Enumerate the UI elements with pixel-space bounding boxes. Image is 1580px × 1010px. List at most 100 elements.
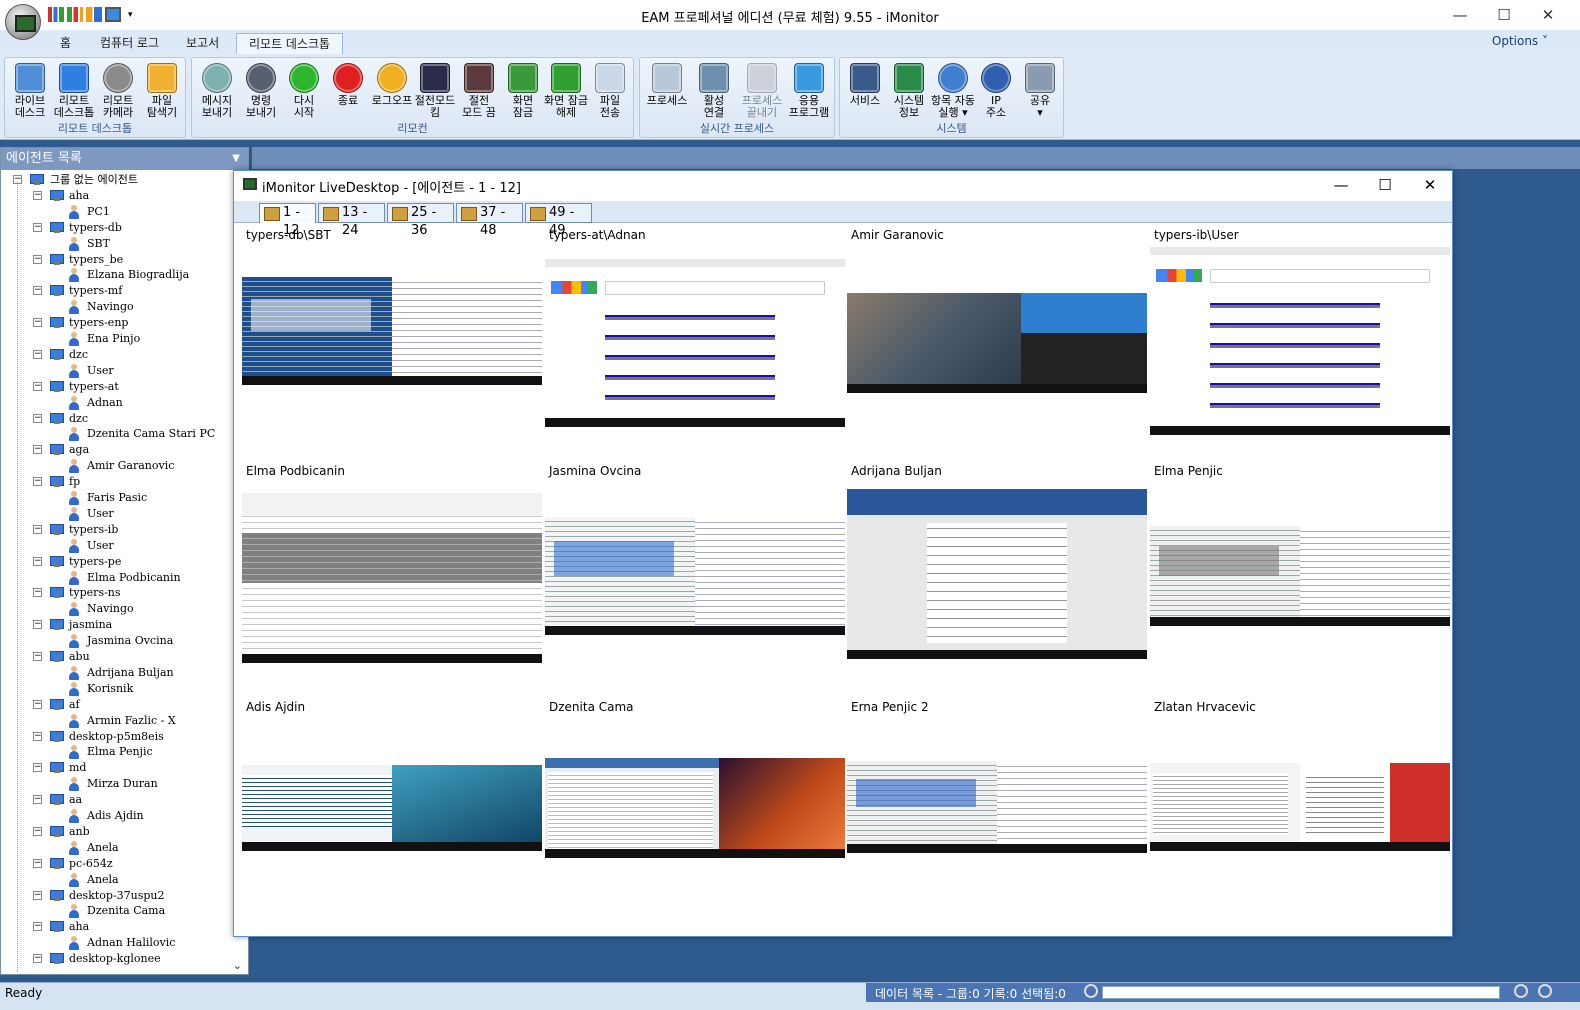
scroll-down-icon[interactable]: ⌄ [233, 959, 242, 972]
page-tab-1[interactable]: 1 - 12 [259, 203, 316, 238]
desktop-tile[interactable]: typers-at\Adnan [541, 224, 845, 460]
sleep-off-button[interactable]: 절전 모드 끔 [457, 61, 501, 123]
ribbon-button-label: 응용 프로그램 [788, 94, 830, 119]
page-tab-4[interactable]: 37 - 48 [456, 203, 523, 238]
maximize-button[interactable]: ☐ [1486, 4, 1522, 26]
ribbon-button-label: 로그오프 [371, 94, 413, 107]
active-connection-button[interactable]: 활성 연결 [692, 61, 736, 123]
search-icon[interactable] [1084, 984, 1098, 998]
collapse-icon[interactable]: − [33, 795, 42, 804]
collapse-icon[interactable]: − [33, 318, 42, 327]
collapse-icon[interactable]: − [33, 891, 42, 900]
desktop-screenshot[interactable] [1150, 247, 1450, 435]
collapse-icon[interactable]: − [33, 191, 42, 200]
process-button[interactable]: 프로세스 [645, 61, 689, 123]
ip-globe-button[interactable]: IP 주소 [974, 61, 1018, 123]
desktop-screenshot[interactable] [847, 761, 1147, 853]
sleep-on-button[interactable]: 절전모드 킴 [413, 61, 457, 123]
share-button[interactable]: 공유 ▾ [1018, 61, 1062, 123]
collapse-icon[interactable]: − [33, 286, 42, 295]
desktop-screenshot[interactable] [545, 517, 845, 635]
collapse-icon[interactable]: − [33, 223, 42, 232]
imonitor-logo-icon[interactable] [5, 4, 41, 40]
close-button[interactable]: ✕ [1410, 174, 1450, 196]
minimize-button[interactable]: — [1321, 174, 1361, 196]
file-explorer-button[interactable]: 파일 탐색기 [140, 61, 184, 123]
tab-reports[interactable]: 보고서 [174, 33, 231, 54]
collapse-icon[interactable]: − [33, 620, 42, 629]
collapse-icon[interactable]: − [33, 652, 42, 661]
collapse-icon[interactable]: − [33, 827, 42, 836]
collapse-icon[interactable]: − [33, 525, 42, 534]
shutdown-button[interactable]: 종료 [326, 61, 370, 123]
ribbon-button-label: 다시 시작 [293, 94, 315, 119]
desktop-tile[interactable]: Elma Podbicanin [238, 460, 542, 696]
collapse-icon[interactable]: − [33, 859, 42, 868]
desktop-tile[interactable]: Elma Penjic [1146, 460, 1450, 696]
desktop-tile[interactable]: Zlatan Hrvacevic [1146, 696, 1450, 932]
remote-desktop-button[interactable]: 리모트 데스크톱 [52, 61, 96, 123]
desktop-screenshot[interactable] [545, 259, 845, 427]
logoff-button[interactable]: 로그오프 [370, 61, 414, 123]
page-tabs: 1 - 12 13 - 24 25 - 36 37 - 48 49 - 49 [234, 201, 1452, 238]
remote-camera-button[interactable]: 리모트 카메라 [96, 61, 140, 123]
desktop-screenshot[interactable] [545, 758, 845, 858]
desktop-screenshot[interactable] [242, 277, 542, 385]
desktop-screenshot[interactable] [1150, 763, 1450, 851]
desktop-tile[interactable]: Amir Garanovic [843, 224, 1147, 460]
desktop-tile[interactable]: Adrijana Buljan [843, 460, 1147, 696]
collapse-icon[interactable]: − [33, 557, 42, 566]
page-tab-2[interactable]: 13 - 24 [318, 203, 385, 238]
service-button[interactable]: 서비스 [843, 61, 887, 123]
collapse-icon[interactable]: − [33, 255, 42, 264]
zoom-in-icon[interactable] [1514, 984, 1528, 998]
tree-group-label: typers-enp [69, 316, 129, 329]
page-tab-5[interactable]: 49 - 49 [525, 203, 592, 238]
live-desktop-button[interactable]: 라이브 데스크 [8, 61, 52, 123]
collapse-icon[interactable]: − [33, 445, 42, 454]
file-transfer-button[interactable]: 파일 전송 [588, 61, 632, 123]
desktop-screenshot[interactable] [847, 293, 1147, 393]
close-button[interactable]: ✕ [1530, 4, 1566, 26]
desktop-tile[interactable]: Erna Penjic 2 [843, 696, 1147, 932]
tab-remote-desktop[interactable]: 리모트 데스크톱 [236, 33, 344, 54]
application-button[interactable]: 응용 프로그램 [787, 61, 831, 123]
desktop-screenshot[interactable] [1150, 526, 1450, 626]
message-button[interactable]: 메시지 보내기 [195, 61, 239, 123]
search-input[interactable] [1102, 986, 1500, 999]
agent-group-icon [49, 443, 65, 456]
system-info-button[interactable]: 시스템 정보 [887, 61, 931, 123]
tab-home[interactable]: 홈 [48, 33, 83, 54]
collapse-icon[interactable]: − [33, 763, 42, 772]
end-process-button: 프로세스 끝내기 [740, 61, 784, 123]
restart-button[interactable]: 다시 시작 [282, 61, 326, 123]
zoom-out-icon[interactable] [1538, 984, 1552, 998]
desktop-screenshot[interactable] [242, 765, 542, 851]
options-menu[interactable]: Options ˅ [1492, 34, 1548, 48]
screen-unlock-button[interactable]: 화면 잠금 해제 [544, 61, 588, 123]
desktop-tile[interactable]: Jasmina Ovcina [541, 460, 845, 696]
desktop-screenshot[interactable] [242, 493, 542, 663]
desktop-tile[interactable]: typers-ib\User [1146, 224, 1450, 460]
collapse-icon[interactable]: − [33, 954, 42, 963]
collapse-icon[interactable]: − [33, 477, 42, 486]
autorun-gear-button[interactable]: 항목 자동 실행 ▾ [931, 61, 975, 123]
command-button[interactable]: 명령 보내기 [239, 61, 283, 123]
desktop-tile[interactable]: typers-db\SBT [238, 224, 542, 460]
desktop-tile[interactable]: Adis Ajdin [238, 696, 542, 932]
collapse-icon[interactable]: − [33, 588, 42, 597]
collapse-icon[interactable]: − [33, 382, 42, 391]
desktop-tile[interactable]: Dzenita Cama [541, 696, 845, 932]
collapse-icon[interactable]: − [33, 700, 42, 709]
chevron-down-icon[interactable]: ▼ [232, 148, 240, 170]
minimize-button[interactable]: — [1442, 4, 1478, 26]
collapse-icon[interactable]: − [33, 922, 42, 931]
maximize-button[interactable]: ☐ [1365, 174, 1405, 196]
collapse-icon[interactable]: − [33, 414, 42, 423]
screen-lock-button[interactable]: 화면 잠금 [501, 61, 545, 123]
page-tab-3[interactable]: 25 - 36 [387, 203, 454, 238]
collapse-icon[interactable]: − [33, 732, 42, 741]
tab-computer-log[interactable]: 컴퓨터 로그 [88, 33, 171, 54]
collapse-icon[interactable]: − [33, 350, 42, 359]
desktop-screenshot[interactable] [847, 489, 1147, 659]
